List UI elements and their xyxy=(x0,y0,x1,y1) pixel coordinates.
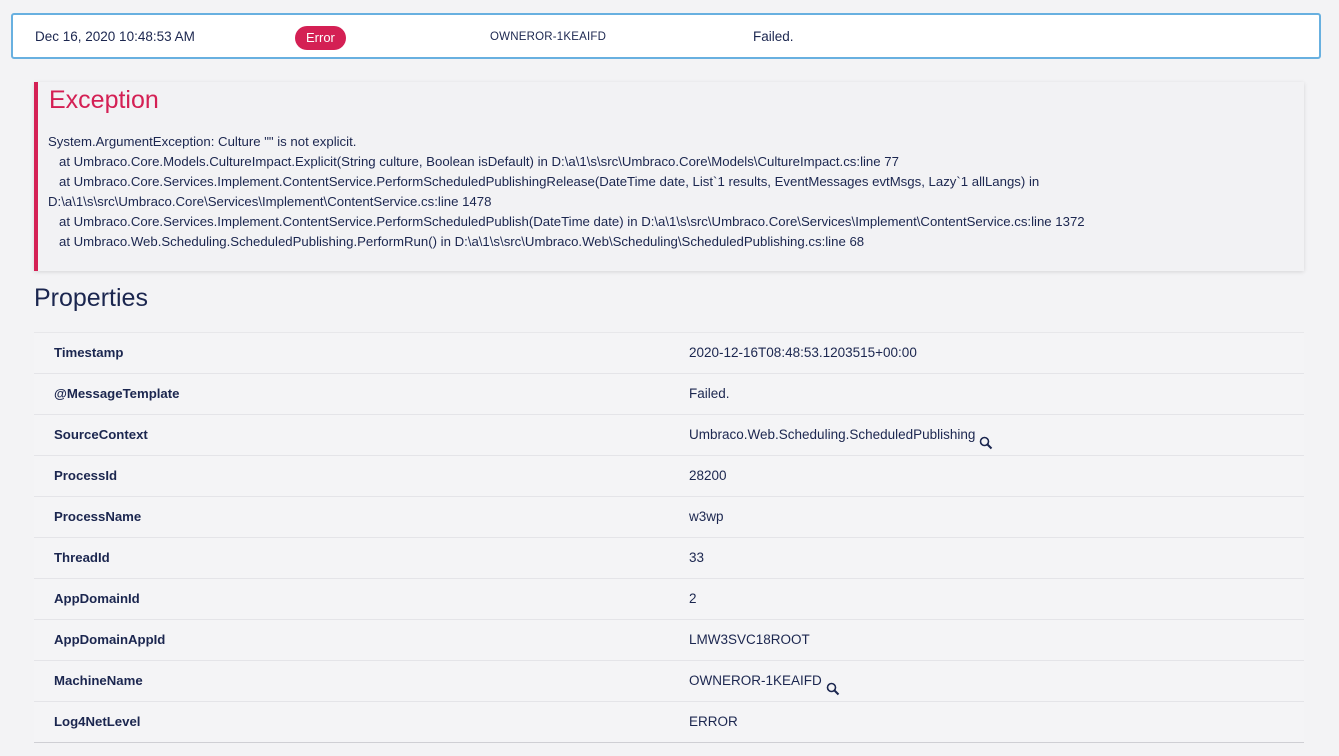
property-row-threadid: ThreadId 33 xyxy=(34,538,1304,579)
property-value-wrap: Umbraco.Web.Scheduling.ScheduledPublishi… xyxy=(689,415,993,455)
property-name: @MessageTemplate xyxy=(54,386,180,401)
property-row-messagetemplate: @MessageTemplate Failed. xyxy=(34,374,1304,415)
search-icon[interactable] xyxy=(826,672,840,696)
property-row-machinename: MachineName OWNEROR-1KEAIFD xyxy=(34,661,1304,702)
property-value: 2020-12-16T08:48:53.1203515+00:00 xyxy=(689,345,917,360)
log-machine-name: OWNEROR-1KEAIFD xyxy=(490,31,607,43)
search-icon[interactable] xyxy=(979,426,993,450)
property-name: ProcessName xyxy=(54,509,142,524)
property-value: 28200 xyxy=(689,468,727,483)
exception-panel: Exception System.ArgumentException: Cult… xyxy=(34,82,1304,271)
property-name: MachineName xyxy=(54,673,143,688)
property-value: LMW3SVC18ROOT xyxy=(689,632,810,647)
property-row-processid: ProcessId 28200 xyxy=(34,456,1304,497)
properties-table: Timestamp 2020-12-16T08:48:53.1203515+00… xyxy=(34,332,1304,743)
property-row-appdomainappid: AppDomainAppId LMW3SVC18ROOT xyxy=(34,620,1304,661)
log-timestamp: Dec 16, 2020 10:48:53 AM xyxy=(35,29,195,44)
property-value: 33 xyxy=(689,550,705,565)
property-value: w3wp xyxy=(689,509,724,524)
property-name: ProcessId xyxy=(54,468,118,483)
property-name: ThreadId xyxy=(54,550,110,565)
property-value: OWNEROR-1KEAIFD xyxy=(689,673,822,688)
property-value-wrap: OWNEROR-1KEAIFD xyxy=(689,661,840,701)
exception-title: Exception xyxy=(49,86,159,114)
property-value: Failed. xyxy=(689,386,730,401)
property-value: Umbraco.Web.Scheduling.ScheduledPublishi… xyxy=(689,427,976,442)
property-row-processname: ProcessName w3wp xyxy=(34,497,1304,538)
property-name: SourceContext xyxy=(54,427,148,442)
property-name: Timestamp xyxy=(54,345,124,360)
level-badge: Error xyxy=(295,26,346,50)
log-entry-row[interactable]: Dec 16, 2020 10:48:53 AM Error OWNEROR-1… xyxy=(11,13,1321,59)
property-row-sourcecontext: SourceContext Umbraco.Web.Scheduling.Sch… xyxy=(34,415,1304,456)
property-row-log4netlevel: Log4NetLevel ERROR xyxy=(34,702,1304,742)
property-value: ERROR xyxy=(689,714,738,729)
property-row-appdomainid: AppDomainId 2 xyxy=(34,579,1304,620)
property-name: AppDomainId xyxy=(54,591,140,606)
properties-title: Properties xyxy=(34,284,148,312)
log-message: Failed. xyxy=(753,29,794,44)
property-value: 2 xyxy=(689,591,697,606)
property-name: Log4NetLevel xyxy=(54,714,141,729)
exception-stacktrace: System.ArgumentException: Culture "" is … xyxy=(48,134,1085,249)
property-row-timestamp: Timestamp 2020-12-16T08:48:53.1203515+00… xyxy=(34,333,1304,374)
property-name: AppDomainAppId xyxy=(54,632,166,647)
